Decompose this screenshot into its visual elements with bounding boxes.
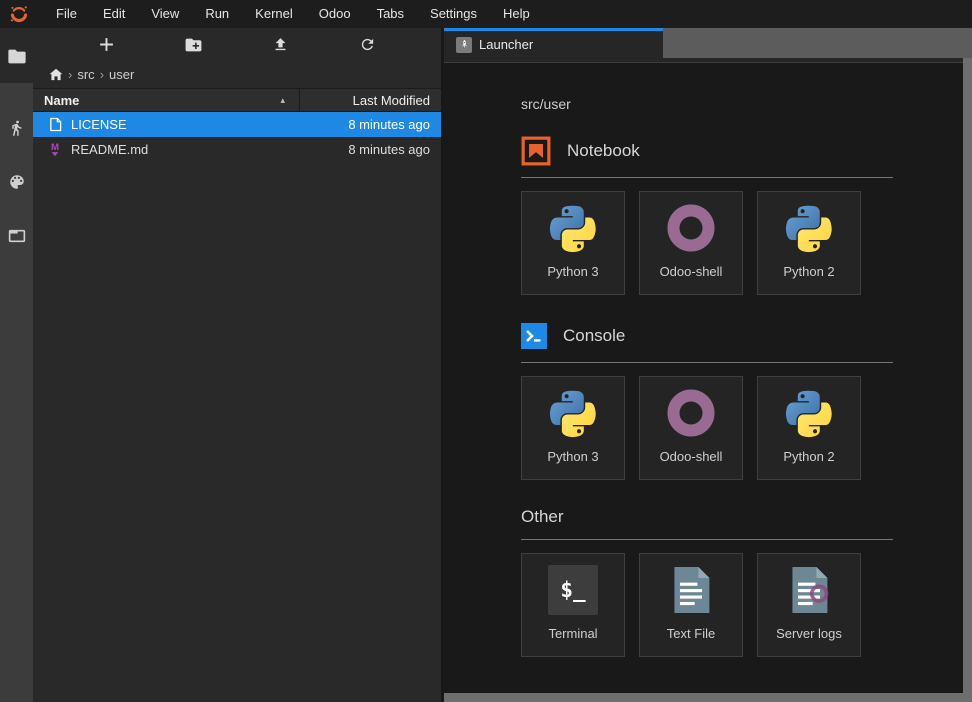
- python-icon: [785, 192, 833, 264]
- file-name: README.md: [71, 142, 348, 157]
- odoo-logo-icon: [9, 4, 29, 24]
- new-folder-button[interactable]: [180, 33, 208, 57]
- markdown-icon: M: [47, 142, 63, 157]
- launcher-card-odoo-shell-console[interactable]: Odoo-shell: [639, 376, 743, 480]
- file-row[interactable]: M README.md 8 minutes ago: [33, 137, 441, 162]
- plus-icon: [98, 36, 115, 53]
- section-title: Console: [563, 326, 625, 346]
- breadcrumb-user[interactable]: user: [109, 67, 134, 82]
- card-label: Server logs: [776, 626, 842, 641]
- section-console: Console Python 3: [521, 319, 893, 480]
- breadcrumb: › src › user: [33, 61, 441, 88]
- svg-text:M: M: [51, 142, 59, 153]
- section-title: Notebook: [567, 141, 640, 161]
- refresh-icon: [359, 36, 376, 53]
- console-icon: [521, 323, 547, 349]
- tabs-icon: [8, 228, 26, 244]
- launcher-card-odoo-shell-notebook[interactable]: Odoo-shell: [639, 191, 743, 295]
- new-launcher-button[interactable]: [93, 33, 121, 57]
- menubar: File Edit View Run Kernel Odoo Tabs Sett…: [0, 0, 972, 28]
- text-file-icon: [668, 554, 714, 626]
- sidebar-item-running[interactable]: [0, 116, 33, 140]
- launcher-card-python2-console[interactable]: Python 2: [757, 376, 861, 480]
- python-icon: [785, 377, 833, 449]
- card-label: Python 3: [547, 449, 598, 464]
- left-sidebar: [0, 28, 33, 702]
- menu-settings[interactable]: Settings: [417, 0, 490, 28]
- modified-header-label: Last Modified: [353, 93, 430, 108]
- folder-icon: [7, 48, 27, 65]
- odoo-ring-icon: [665, 377, 717, 449]
- horizontal-scrollbar[interactable]: [444, 693, 972, 702]
- vertical-scrollbar[interactable]: [963, 58, 972, 693]
- odoo-ring-icon: [665, 192, 717, 264]
- card-label: Python 2: [783, 264, 834, 279]
- sidebar-item-open-tabs[interactable]: [0, 224, 33, 248]
- card-label: Odoo-shell: [660, 449, 723, 464]
- launcher-card-terminal[interactable]: $_ Terminal: [521, 553, 625, 657]
- palette-icon: [8, 173, 26, 191]
- name-header-label: Name: [44, 93, 79, 108]
- file-list-header: Name ▴ Last Modified: [33, 88, 441, 112]
- card-label: Terminal: [548, 626, 597, 641]
- section-rule: [521, 177, 893, 178]
- home-icon[interactable]: [49, 68, 63, 81]
- file-modified: 8 minutes ago: [348, 142, 441, 157]
- section-notebook: Notebook Python 3: [521, 134, 893, 295]
- menu-run[interactable]: Run: [192, 0, 242, 28]
- file-browser-toolbar: [33, 28, 441, 61]
- section-rule: [521, 539, 893, 540]
- menu-tabs[interactable]: Tabs: [364, 0, 417, 28]
- notebook-icon: [521, 136, 551, 166]
- name-column-header[interactable]: Name ▴: [33, 89, 300, 111]
- sort-asc-icon: ▴: [280, 95, 285, 106]
- menu-edit[interactable]: Edit: [90, 0, 138, 28]
- section-other: Other $_ Terminal: [521, 504, 893, 657]
- breadcrumb-separator: ›: [100, 67, 104, 82]
- file-browser-panel: › src › user Name ▴ Last Modified LICENS…: [33, 28, 441, 702]
- file-name: LICENSE: [71, 117, 348, 132]
- launcher-card-python3-console[interactable]: Python 3: [521, 376, 625, 480]
- upload-icon: [272, 36, 289, 53]
- launcher-rocket-icon: [456, 37, 472, 53]
- breadcrumb-src[interactable]: src: [77, 67, 94, 82]
- launcher-card-text-file[interactable]: Text File: [639, 553, 743, 657]
- menu-help[interactable]: Help: [490, 0, 543, 28]
- launcher-card-python2-notebook[interactable]: Python 2: [757, 191, 861, 295]
- python-icon: [549, 192, 597, 264]
- menu-file[interactable]: File: [43, 0, 90, 28]
- menu-kernel[interactable]: Kernel: [242, 0, 306, 28]
- refresh-button[interactable]: [354, 33, 382, 57]
- breadcrumb-separator: ›: [68, 67, 72, 82]
- dock-tabbar: Launcher: [444, 28, 972, 58]
- modified-column-header[interactable]: Last Modified: [300, 89, 441, 111]
- tab-launcher[interactable]: Launcher: [444, 28, 663, 58]
- launcher-cwd: src/user: [521, 96, 963, 112]
- menu-view[interactable]: View: [138, 0, 192, 28]
- new-folder-icon: [184, 37, 203, 53]
- launcher-card-server-logs[interactable]: Server logs: [757, 553, 861, 657]
- server-logs-icon: [786, 554, 832, 626]
- launcher-card-python3-notebook[interactable]: Python 3: [521, 191, 625, 295]
- card-label: Python 3: [547, 264, 598, 279]
- sidebar-item-file-browser[interactable]: [0, 44, 33, 68]
- section-rule: [521, 362, 893, 363]
- section-title: Other: [521, 507, 564, 527]
- file-icon: [47, 117, 63, 132]
- launcher-panel: src/user Notebook: [444, 58, 963, 693]
- terminal-icon: $_: [548, 565, 598, 615]
- python-icon: [549, 377, 597, 449]
- runner-icon: [8, 119, 25, 137]
- file-modified: 8 minutes ago: [348, 117, 441, 132]
- upload-button[interactable]: [267, 33, 295, 57]
- tab-launcher-label: Launcher: [479, 37, 533, 52]
- card-label: Odoo-shell: [660, 264, 723, 279]
- file-row[interactable]: LICENSE 8 minutes ago: [33, 112, 441, 137]
- main-dock-panel: Launcher src/user Notebook: [444, 28, 972, 702]
- card-label: Python 2: [783, 449, 834, 464]
- menu-odoo[interactable]: Odoo: [306, 0, 364, 28]
- card-label: Text File: [667, 626, 715, 641]
- sidebar-item-commands[interactable]: [0, 170, 33, 194]
